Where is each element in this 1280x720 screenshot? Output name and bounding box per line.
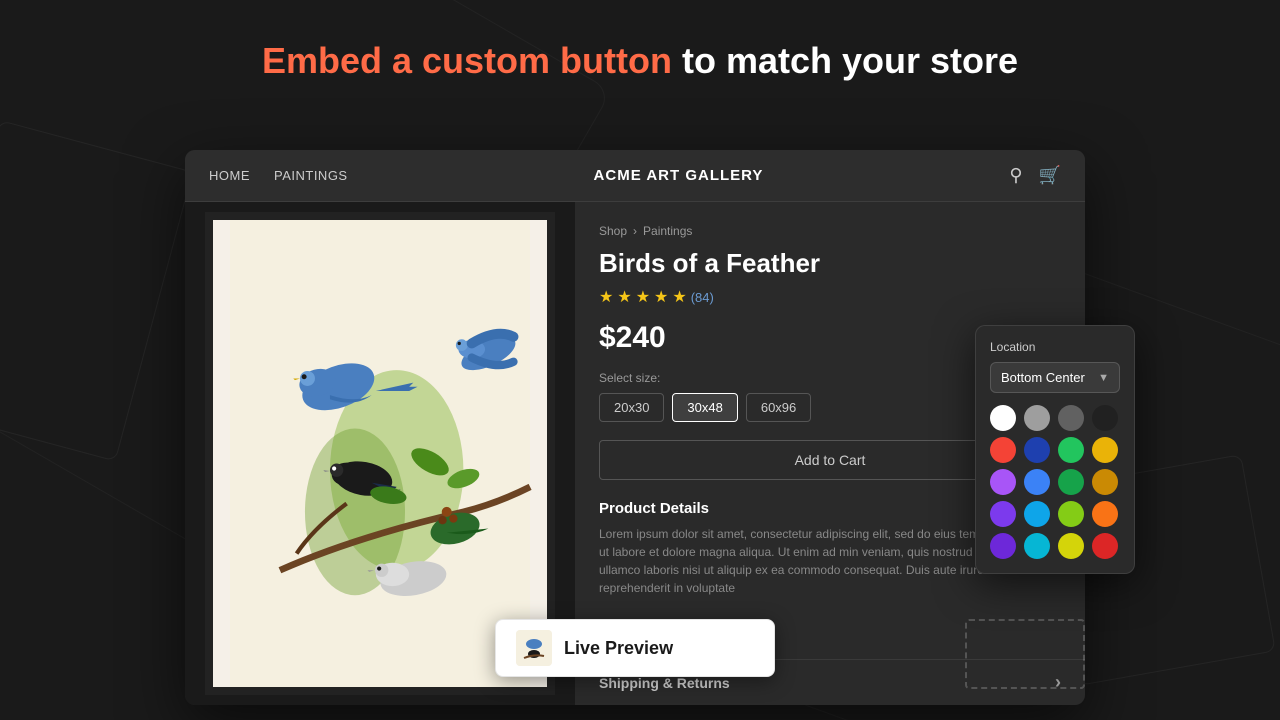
color-swatch-3[interactable]: [1092, 405, 1118, 431]
color-grid: [990, 405, 1120, 559]
color-swatch-14[interactable]: [1058, 501, 1084, 527]
location-dropdown[interactable]: Bottom Center ▼: [990, 362, 1120, 393]
color-swatch-16[interactable]: [990, 533, 1016, 559]
color-swatch-19[interactable]: [1092, 533, 1118, 559]
color-panel: Location Bottom Center ▼: [975, 325, 1135, 574]
breadcrumb-sep: ›: [633, 224, 637, 238]
star-rating: ★ ★ ★ ★ ★ (84): [599, 287, 1061, 307]
search-icon[interactable]: ⚲: [1009, 165, 1022, 186]
cart-icon[interactable]: 🛒: [1039, 165, 1061, 186]
size-30x48[interactable]: 30x48: [672, 393, 737, 422]
star-4: ★: [654, 287, 668, 307]
color-swatch-5[interactable]: [1024, 437, 1050, 463]
star-3: ★: [636, 287, 650, 307]
live-preview-bar[interactable]: Live Preview: [495, 619, 775, 677]
location-selected: Bottom Center: [1001, 370, 1085, 385]
hero-title-rest: to match your store: [672, 40, 1018, 81]
size-60x96[interactable]: 60x96: [746, 393, 811, 422]
hero-title-accent: Embed a custom button: [262, 40, 672, 81]
review-count[interactable]: (84): [691, 290, 714, 305]
color-swatch-1[interactable]: [1024, 405, 1050, 431]
nav-link-home[interactable]: HOME: [209, 168, 250, 183]
color-swatch-7[interactable]: [1092, 437, 1118, 463]
color-swatch-13[interactable]: [1024, 501, 1050, 527]
shipping-chevron-icon: ›: [1055, 672, 1061, 693]
color-swatch-10[interactable]: [1058, 469, 1084, 495]
color-swatch-4[interactable]: [990, 437, 1016, 463]
location-label: Location: [990, 340, 1120, 354]
thumbnail-svg: [516, 630, 552, 666]
dropdown-chevron-icon: ▼: [1098, 372, 1109, 384]
color-swatch-12[interactable]: [990, 501, 1016, 527]
star-2: ★: [617, 287, 631, 307]
color-swatch-9[interactable]: [1024, 469, 1050, 495]
store-preview-card: HOME PAINTINGS ACME ART GALLERY ⚲ 🛒: [185, 150, 1085, 705]
color-swatch-8[interactable]: [990, 469, 1016, 495]
live-preview-label: Live Preview: [564, 638, 673, 659]
painting-svg: [213, 220, 547, 687]
color-swatch-15[interactable]: [1092, 501, 1118, 527]
hero-title: Embed a custom button to match your stor…: [0, 0, 1280, 112]
store-navbar: HOME PAINTINGS ACME ART GALLERY ⚲ 🛒: [185, 150, 1085, 202]
breadcrumb-shop: Shop: [599, 224, 627, 238]
star-1: ★: [599, 287, 613, 307]
nav-link-paintings[interactable]: PAINTINGS: [274, 168, 348, 183]
color-swatch-17[interactable]: [1024, 533, 1050, 559]
store-title: ACME ART GALLERY: [348, 167, 1010, 184]
star-5: ★: [672, 287, 686, 307]
size-20x30[interactable]: 20x30: [599, 393, 664, 422]
product-title: Birds of a Feather: [599, 248, 1061, 279]
live-preview-thumbnail: [516, 630, 552, 666]
color-swatch-2[interactable]: [1058, 405, 1084, 431]
nav-icons: ⚲ 🛒: [1009, 165, 1061, 186]
color-swatch-6[interactable]: [1058, 437, 1084, 463]
nav-links: HOME PAINTINGS: [209, 168, 348, 183]
corner-decoration-tl: [0, 120, 193, 462]
breadcrumb: Shop › Paintings: [599, 224, 1061, 238]
color-swatch-18[interactable]: [1058, 533, 1084, 559]
color-swatch-11[interactable]: [1092, 469, 1118, 495]
color-swatch-0[interactable]: [990, 405, 1016, 431]
breadcrumb-category: Paintings: [643, 224, 692, 238]
